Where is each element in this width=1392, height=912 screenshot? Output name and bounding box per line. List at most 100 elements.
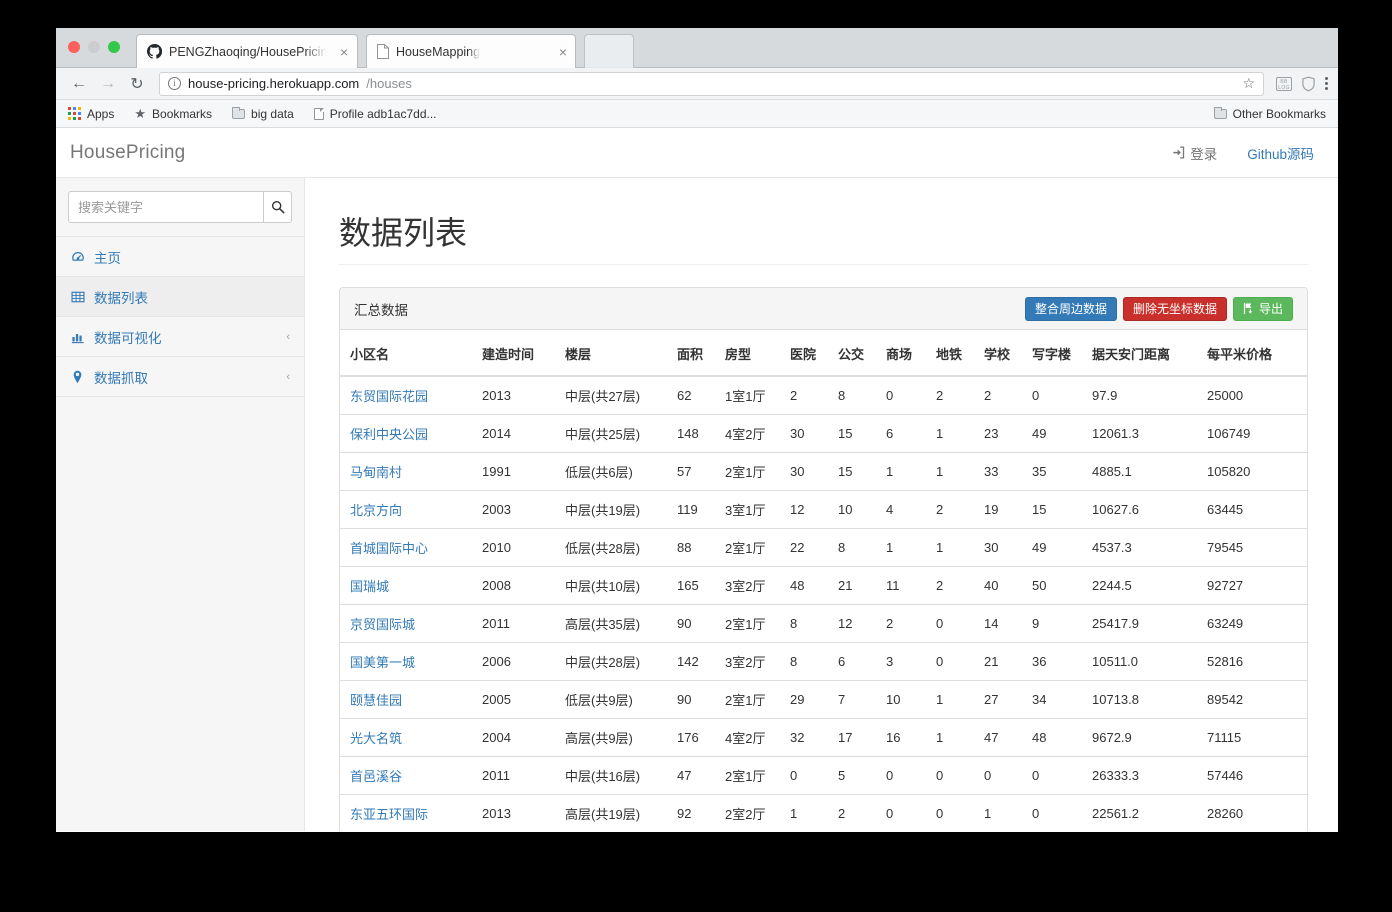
shield-icon[interactable] bbox=[1301, 76, 1316, 92]
table-cell: 8 bbox=[828, 528, 876, 567]
column-header-layout[interactable]: 房型 bbox=[715, 330, 780, 377]
table-cell: 165 bbox=[667, 566, 715, 605]
sidebar-item-visualization[interactable]: 数据可视化 ‹ bbox=[56, 317, 304, 357]
column-header-floor[interactable]: 楼层 bbox=[555, 330, 667, 377]
table-cell: 7 bbox=[828, 680, 876, 719]
apps-grid-icon bbox=[68, 107, 81, 120]
close-window-button[interactable] bbox=[68, 41, 80, 53]
login-link[interactable]: 登录 bbox=[1172, 143, 1217, 163]
community-link[interactable]: 东亚五环国际 bbox=[350, 807, 428, 822]
panel-header: 汇总数据 整合周边数据 删除无坐标数据 导出 bbox=[340, 288, 1307, 330]
browser-tab-0[interactable]: PENGZhaoqing/HousePricing: × bbox=[136, 34, 358, 68]
export-button[interactable]: 导出 bbox=[1232, 296, 1293, 321]
app-brand[interactable]: HousePricing bbox=[70, 142, 185, 164]
bookmark-bookmarks[interactable]: ★ Bookmarks bbox=[134, 107, 212, 121]
table-cell: 2室2厅 bbox=[715, 794, 780, 831]
github-source-link[interactable]: Github源码 bbox=[1247, 143, 1314, 163]
maximize-window-button[interactable] bbox=[108, 41, 120, 53]
community-link[interactable]: 首邑溪谷 bbox=[350, 769, 402, 784]
community-link[interactable]: 首城国际中心 bbox=[350, 541, 428, 556]
table-icon bbox=[70, 290, 85, 304]
community-link[interactable]: 光大名筑 bbox=[350, 731, 402, 746]
column-header-hospital[interactable]: 医院 bbox=[780, 330, 828, 377]
community-link[interactable]: 东贸国际花园 bbox=[350, 389, 428, 404]
window-controls[interactable] bbox=[68, 41, 120, 53]
extension-icon[interactable]: BB LOG bbox=[1276, 76, 1292, 91]
community-link[interactable]: 保利中央公园 bbox=[350, 427, 428, 442]
column-header-office[interactable]: 写字楼 bbox=[1022, 330, 1082, 377]
column-header-area[interactable]: 面积 bbox=[667, 330, 715, 377]
delete-no-coordinate-data-button[interactable]: 删除无坐标数据 bbox=[1122, 296, 1227, 321]
sidebar-item-data-list[interactable]: 数据列表 bbox=[56, 277, 304, 317]
table-cell: 106749 bbox=[1197, 414, 1307, 453]
table-cell: 1 bbox=[926, 528, 974, 567]
table-cell: 0 bbox=[974, 756, 1022, 795]
info-circle-icon[interactable]: i bbox=[168, 77, 181, 90]
sidebar-item-home[interactable]: 主页 bbox=[56, 237, 304, 277]
cell-community-name: 国瑞城 bbox=[340, 566, 472, 605]
table-cell: 26333.3 bbox=[1082, 756, 1197, 795]
forward-button[interactable]: → bbox=[95, 71, 121, 97]
bookmark-apps[interactable]: Apps bbox=[68, 107, 114, 121]
table-cell: 2 bbox=[828, 794, 876, 831]
column-header-bus[interactable]: 公交 bbox=[828, 330, 876, 377]
community-link[interactable]: 京贸国际城 bbox=[350, 617, 415, 632]
table-cell: 28260 bbox=[1197, 794, 1307, 831]
other-bookmarks-button[interactable]: Other Bookmarks bbox=[1213, 106, 1326, 121]
merge-nearby-data-button[interactable]: 整合周边数据 bbox=[1024, 296, 1117, 321]
cell-community-name: 北京方向 bbox=[340, 490, 472, 529]
search-button[interactable] bbox=[263, 191, 292, 223]
tab-close-icon-1[interactable]: × bbox=[559, 45, 567, 59]
new-tab-slot[interactable] bbox=[584, 34, 634, 68]
bookmark-star-icon[interactable]: ☆ bbox=[1242, 75, 1255, 92]
table-row: 东亚五环国际 2013 高层(共19层) 92 2室2厅 1 2 0 0 1 0 22561.2 282… bbox=[340, 794, 1307, 831]
table-cell: 0 bbox=[1022, 794, 1082, 831]
sidebar-menu: 主页 数据列表 数据可视化 ‹ 数据抓取 ‹ bbox=[56, 237, 304, 397]
table-cell: 25000 bbox=[1207, 388, 1244, 403]
table-cell: 36 bbox=[1022, 642, 1082, 681]
community-link[interactable]: 颐慧佳园 bbox=[350, 693, 402, 708]
column-header-community[interactable]: 小区名 bbox=[340, 330, 472, 377]
search-input[interactable] bbox=[68, 191, 263, 223]
cell-community-name: 保利中央公园 bbox=[340, 414, 472, 453]
table-cell: 6 bbox=[876, 414, 926, 453]
sidebar-item-crawler[interactable]: 数据抓取 ‹ bbox=[56, 357, 304, 397]
column-header-mall[interactable]: 商场 bbox=[876, 330, 926, 377]
table-cell: 9672.9 bbox=[1082, 718, 1197, 757]
table-cell: 2室1厅 bbox=[715, 680, 780, 719]
table-cell: 63445 bbox=[1197, 490, 1307, 529]
address-bar[interactable]: i house-pricing.herokuapp.com/houses ☆ bbox=[159, 71, 1264, 96]
column-header-subway[interactable]: 地铁 bbox=[926, 330, 974, 377]
export-icon bbox=[1243, 303, 1253, 314]
table-cell: 90 bbox=[667, 604, 715, 643]
table-cell: 5 bbox=[828, 756, 876, 795]
search-icon bbox=[271, 200, 284, 214]
column-header-unit-price[interactable]: 每平米价格 bbox=[1197, 330, 1307, 377]
table-row: 国美第一城 2006 中层(共28层) 142 3室2厅 8 6 3 0 21 36 10511.0 5… bbox=[340, 642, 1307, 681]
table-cell: 15 bbox=[828, 452, 876, 491]
bookmark-label: Profile adb1ac7dd... bbox=[329, 106, 437, 121]
column-header-distance[interactable]: 据天安门距离 bbox=[1082, 330, 1197, 377]
tab-close-icon-0[interactable]: × bbox=[340, 45, 348, 59]
back-button[interactable]: ← bbox=[66, 71, 92, 97]
table-cell: 30 bbox=[780, 414, 828, 453]
community-link[interactable]: 马甸南村 bbox=[350, 465, 402, 480]
bookmark-profile[interactable]: Profile adb1ac7dd... bbox=[313, 106, 437, 121]
table-cell: 2室1厅 bbox=[715, 452, 780, 491]
reload-button[interactable]: ↻ bbox=[124, 71, 150, 97]
community-link[interactable]: 国美第一城 bbox=[350, 655, 415, 670]
community-link[interactable]: 北京方向 bbox=[350, 503, 402, 518]
table-cell: 2014 bbox=[472, 414, 555, 453]
table-cell: 高层(共19层) bbox=[555, 794, 667, 831]
column-header-school[interactable]: 学校 bbox=[974, 330, 1022, 377]
community-link[interactable]: 国瑞城 bbox=[350, 579, 389, 594]
chrome-menu-icon[interactable] bbox=[1325, 77, 1328, 90]
table-cell: 16 bbox=[876, 718, 926, 757]
table-cell: 0 bbox=[876, 794, 926, 831]
column-header-build-year[interactable]: 建造时间 bbox=[472, 330, 555, 377]
table-cell: 40 bbox=[974, 566, 1022, 605]
minimize-window-button[interactable] bbox=[88, 41, 100, 53]
browser-tab-1[interactable]: HouseMapping × bbox=[366, 34, 576, 68]
bookmark-big-data[interactable]: big data bbox=[232, 106, 294, 121]
table-cell: 34 bbox=[1022, 680, 1082, 719]
